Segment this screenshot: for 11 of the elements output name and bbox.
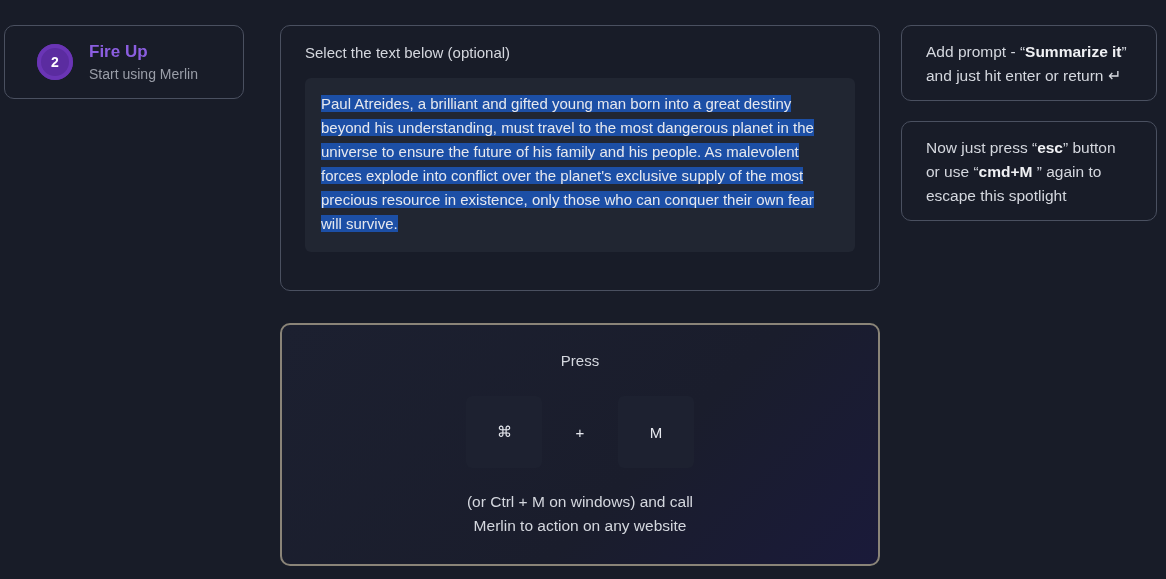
press-label: Press	[560, 352, 600, 369]
shortcut-caption: (or Ctrl + M on windows) and call Merlin to action on any website	[465, 492, 695, 536]
tip-card: Add prompt - “Summarize it” and just hit enter or return ↵	[901, 25, 1157, 101]
step-title: Fire Up	[89, 42, 149, 62]
step-number: 2	[37, 44, 73, 80]
step-subtitle: Start using Merlin	[89, 66, 198, 82]
plus-sign: +	[574, 422, 586, 443]
tip-card: Now just press “esc” button or use “cmd+M ” again to escape this spotlight	[901, 121, 1157, 221]
card-heading: Select the text below (optional)	[305, 44, 512, 61]
sample-text[interactable]: Paul Atreides, a brilliant and gifted young man born into a great destiny beyond his understanding, must travel to the most dangerous planet in the universe to ensure the future of his family and his people. As malevolent forces explode into conflict over the planet's exclusive supply of the most precious resource in existence, only those who can conquer their own fear will survive.	[305, 78, 855, 252]
key-cap: M	[618, 396, 694, 468]
